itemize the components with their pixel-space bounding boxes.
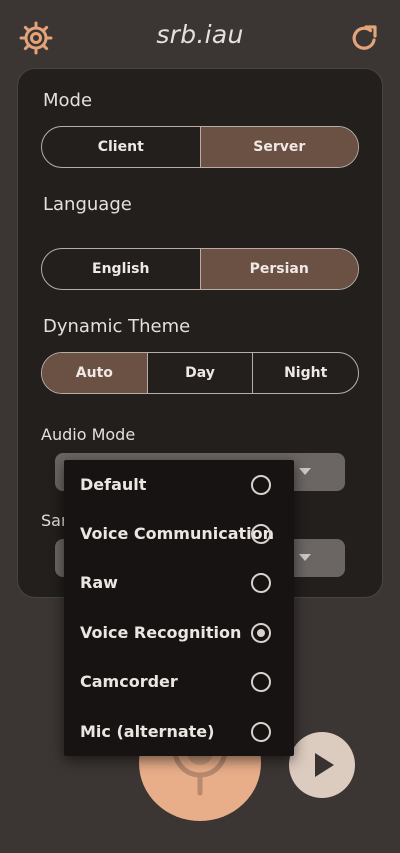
radio-unchecked-icon[interactable] — [251, 572, 271, 593]
refresh-icon[interactable] — [346, 20, 382, 56]
play-icon — [315, 753, 334, 777]
menu-item-voice-communication[interactable]: Voice Communication — [64, 509, 294, 558]
mode-segmented-control: Client Server — [41, 126, 359, 168]
language-segmented-control: English Persian — [41, 248, 359, 290]
radio-unchecked-icon[interactable] — [251, 671, 271, 692]
menu-item-camcorder[interactable]: Camcorder — [64, 657, 294, 706]
radio-unchecked-icon[interactable] — [251, 523, 271, 544]
theme-option-night[interactable]: Night — [253, 353, 358, 393]
chevron-down-icon — [299, 468, 311, 475]
top-bar: srb.iau — [0, 0, 400, 76]
menu-item-label: Voice Communication — [80, 524, 275, 543]
menu-item-default[interactable]: Default — [64, 460, 294, 509]
radio-unchecked-icon[interactable] — [251, 474, 271, 495]
audio-mode-menu: Default Voice Communication Raw Voice Re… — [64, 460, 294, 756]
menu-item-label: Camcorder — [80, 672, 178, 691]
mode-option-client[interactable]: Client — [42, 127, 201, 167]
theme-option-auto[interactable]: Auto — [42, 353, 148, 393]
menu-item-label: Default — [80, 475, 147, 494]
menu-item-label: Mic (alternate) — [80, 722, 215, 741]
theme-segmented-control: Auto Day Night — [41, 352, 359, 394]
radio-unchecked-icon[interactable] — [251, 721, 271, 742]
theme-label: Dynamic Theme — [43, 316, 191, 337]
theme-option-day[interactable]: Day — [148, 353, 254, 393]
menu-item-label: Voice Recognition — [80, 623, 242, 642]
language-option-persian[interactable]: Persian — [200, 249, 358, 289]
chevron-down-icon — [299, 554, 311, 561]
menu-item-voice-recognition[interactable]: Voice Recognition — [64, 608, 294, 657]
app-title: srb.iau — [156, 20, 244, 49]
menu-item-raw[interactable]: Raw — [64, 558, 294, 607]
mode-option-server[interactable]: Server — [200, 127, 358, 167]
menu-item-mic-alternate[interactable]: Mic (alternate) — [64, 707, 294, 756]
menu-item-label: Raw — [80, 573, 118, 592]
play-button[interactable] — [289, 732, 355, 798]
radio-checked-icon[interactable] — [251, 622, 271, 643]
audio-mode-label: Audio Mode — [41, 425, 136, 444]
mode-label: Mode — [43, 90, 93, 111]
language-label: Language — [43, 194, 132, 215]
language-option-english[interactable]: English — [42, 249, 201, 289]
